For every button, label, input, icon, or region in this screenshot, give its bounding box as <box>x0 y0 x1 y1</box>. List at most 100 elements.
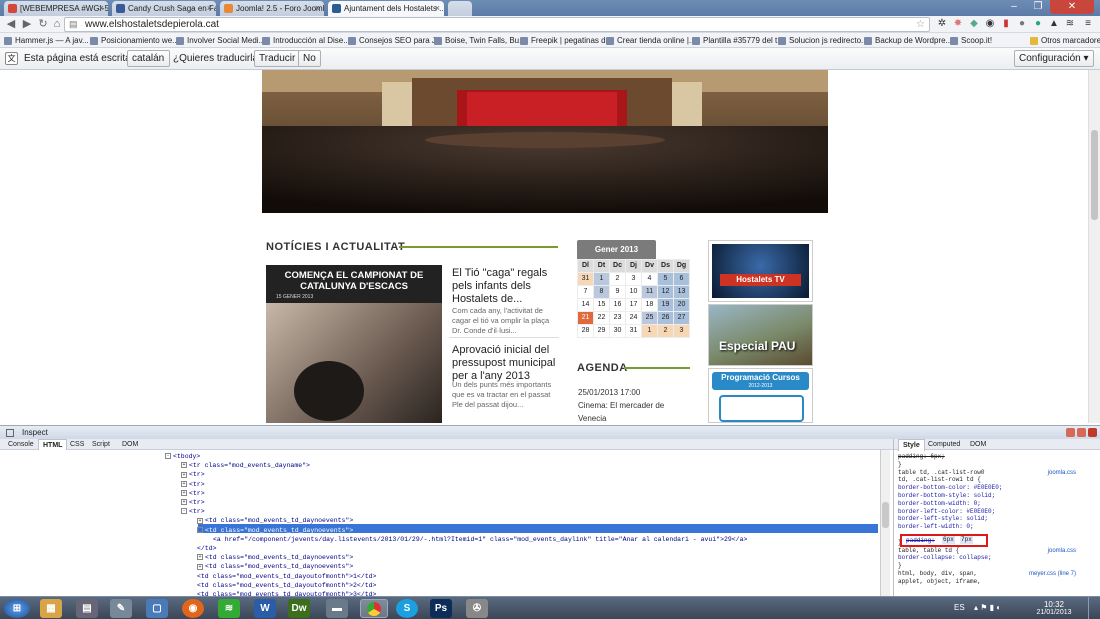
minimize-icon[interactable]: – <box>1002 0 1026 14</box>
tab-style[interactable]: Style <box>898 439 925 451</box>
extension-icon[interactable]: ▮ <box>1000 18 1012 30</box>
calendar-day[interactable]: 6 <box>674 273 689 285</box>
calendar-day[interactable]: 18 <box>642 299 657 311</box>
bookmark-item[interactable]: Backup de Wordpre... <box>864 33 952 47</box>
css-rule-line[interactable]: } <box>898 562 902 570</box>
tab-css[interactable]: CSS <box>66 439 88 450</box>
calendar-day[interactable]: 14 <box>578 299 593 311</box>
especial-pau-banner[interactable]: Especial PAU <box>708 304 813 366</box>
address-bar[interactable]: ▤ www.elshostaletsdepierola.cat ☆ <box>64 17 930 32</box>
expand-icon[interactable]: + <box>181 499 187 506</box>
calendar-day[interactable]: 1 <box>594 273 609 285</box>
minimize-devtools-icon[interactable] <box>1066 428 1075 437</box>
agenda-event[interactable]: Cinema: El mercader de Venecia <box>578 399 678 423</box>
padding-edit-highlight[interactable]: padding: 6px 7px <box>900 534 988 547</box>
hostalets-tv-banner[interactable]: Hostalets TV <box>708 240 813 302</box>
css-rule-line[interactable]: border-left-width: 0; <box>898 523 974 531</box>
calendar-day[interactable]: 19 <box>658 299 673 311</box>
html-node[interactable]: - <tr> <box>181 507 205 516</box>
html-node[interactable]: + <td class="mod_events_td_daynoevents"> <box>197 553 353 562</box>
bookmark-item[interactable]: Crear tienda online |... <box>606 33 696 47</box>
html-node[interactable]: <a href="/component/jevents/day.listeven… <box>213 535 747 544</box>
home-icon[interactable]: ⌂ <box>50 17 64 31</box>
tab-console[interactable]: Console <box>4 439 38 450</box>
browser-tab[interactable]: Joomla! 2.5 - Foro Joomla... × <box>220 1 324 16</box>
close-devtools-icon[interactable] <box>1088 428 1097 437</box>
language-indicator[interactable]: ES <box>954 603 965 612</box>
css-rule-line[interactable]: table, table td { <box>898 547 959 555</box>
html-node[interactable]: - <tbody> <box>165 452 200 461</box>
html-node[interactable]: + <td class="mod_events_td_daynoevents"> <box>197 516 353 525</box>
expand-icon[interactable]: + <box>197 517 203 524</box>
bookmark-item[interactable]: Solucion js redirecto... <box>778 33 868 47</box>
browser-tab-active[interactable]: Ajuntament dels Hostalets ... × <box>328 1 444 16</box>
spotify-icon[interactable]: ≋ <box>218 599 240 618</box>
dreamweaver-icon[interactable]: Dw <box>288 599 310 618</box>
calendar-day[interactable]: 17 <box>626 299 641 311</box>
popout-devtools-icon[interactable] <box>1077 428 1086 437</box>
bookmark-item[interactable]: Consejos SEO para J... <box>348 33 443 47</box>
browser-tab[interactable]: Candy Crush Saga en Fac... × <box>112 1 216 16</box>
css-rule-line[interactable]: border-left-color: #E0E0E0; <box>898 508 995 516</box>
css-source-link[interactable]: meyer.css (line 7) <box>1029 570 1076 578</box>
bookmark-item[interactable]: Scoop.it! <box>950 33 992 47</box>
css-rule-line[interactable]: border-bottom-color: #E0E0E0; <box>898 484 1002 492</box>
css-rule-line[interactable]: html, body, div, span, <box>898 570 977 578</box>
back-icon[interactable]: ◀ <box>4 17 18 31</box>
expand-icon[interactable]: + <box>181 490 187 497</box>
bookmark-item[interactable]: Involver Social Medi... <box>176 33 265 47</box>
clock-date[interactable]: 21/01/2013 <box>1030 609 1078 616</box>
expand-icon[interactable]: + <box>181 471 187 478</box>
skype-icon[interactable]: S <box>396 599 418 618</box>
html-node[interactable]: + <tr> <box>181 470 205 479</box>
calendar-day[interactable]: 28 <box>578 325 593 337</box>
calendar-day[interactable]: 26 <box>658 312 673 324</box>
tray-icons[interactable]: ▴ ⚑ ▮ ◐ <box>974 603 1001 612</box>
calendar-day[interactable]: 22 <box>594 312 609 324</box>
calendar-day[interactable]: 29 <box>594 325 609 337</box>
html-node[interactable]: + <tr> <box>181 480 205 489</box>
calendar-day[interactable]: 5 <box>658 273 673 285</box>
start-button[interactable]: ⊞ <box>4 599 30 618</box>
css-rule-line[interactable]: border-bottom-width: 0; <box>898 500 981 508</box>
css-rule-line[interactable]: padding: 6px; <box>898 453 945 461</box>
collapse-icon[interactable]: - <box>181 508 187 515</box>
bookmark-item[interactable]: Freepik | pegatinas d... <box>520 33 612 47</box>
clock-time[interactable]: 10:32 <box>1034 600 1074 609</box>
extension-icon[interactable]: ▲ <box>1048 18 1060 30</box>
css-rule-line[interactable]: border-collapse: collapse; <box>898 554 992 562</box>
new-tab-button[interactable] <box>448 1 472 16</box>
css-value-edit[interactable]: 6px <box>942 536 955 544</box>
translate-button[interactable]: Traducir <box>254 50 301 67</box>
configuration-button[interactable]: Configuración ▾ <box>1014 50 1094 67</box>
bookmark-item[interactable]: Posicionamiento we... <box>90 33 179 47</box>
app-icon[interactable]: ▢ <box>146 599 168 618</box>
word-icon[interactable]: W <box>254 599 276 618</box>
star-icon[interactable]: ☆ <box>916 18 925 31</box>
html-node[interactable]: + <tr class="mod_events_dayname"> <box>181 461 310 470</box>
article-title[interactable]: El Tió "caga" regals pels infants dels H… <box>452 267 558 306</box>
calendar-day[interactable]: 11 <box>642 286 657 298</box>
calendar-day[interactable]: 27 <box>674 312 689 324</box>
tab-style-dom[interactable]: DOM <box>966 439 990 450</box>
close-window-icon[interactable]: ✕ <box>1050 0 1094 14</box>
calendar-day-today[interactable]: 21 <box>578 312 593 324</box>
calendar-day[interactable]: 13 <box>674 286 689 298</box>
settings-gear-icon[interactable]: ✲ <box>936 18 948 30</box>
close-tab-icon[interactable]: × <box>315 1 320 16</box>
layers-icon[interactable]: ≋ <box>1064 18 1076 30</box>
html-node[interactable]: <td class="mod_events_td_dayoutofmonth">… <box>197 572 376 581</box>
storage-icon[interactable]: ▬ <box>326 599 348 618</box>
bookmark-item[interactable]: Boise, Twin Falls, Bu... <box>434 33 526 47</box>
expand-icon[interactable]: + <box>181 480 187 487</box>
extension-icon[interactable]: ● <box>1032 18 1044 30</box>
calendar-day[interactable]: 25 <box>642 312 657 324</box>
css-rule-line[interactable]: border-left-style: solid; <box>898 515 988 523</box>
calendar-day[interactable]: 15 <box>594 299 609 311</box>
css-rule-line[interactable]: td, .cat-list-row1 td { <box>898 476 981 484</box>
collapse-icon[interactable]: - <box>165 453 171 460</box>
expand-icon[interactable]: + <box>197 563 203 570</box>
calendar-day[interactable]: 12 <box>658 286 673 298</box>
close-tab-icon[interactable]: × <box>99 1 104 16</box>
expand-icon[interactable]: + <box>197 554 203 561</box>
